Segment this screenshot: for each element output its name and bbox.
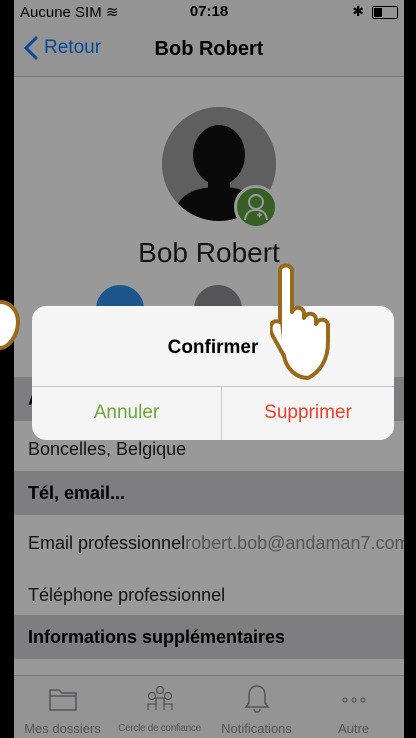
delete-button[interactable]: Supprimer xyxy=(222,386,394,440)
pointing-hand-left-icon xyxy=(0,300,21,350)
cancel-button[interactable]: Annuler xyxy=(32,386,221,440)
pointing-hand-icon xyxy=(270,263,330,380)
